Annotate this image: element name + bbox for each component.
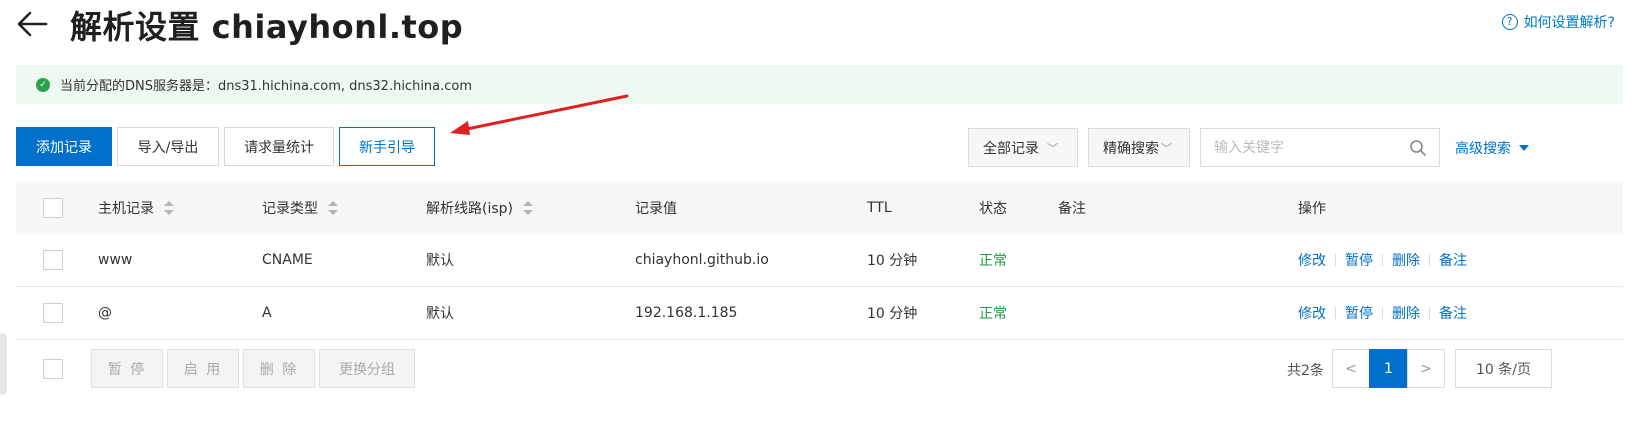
add-record-button[interactable]: 添加记录 <box>16 127 112 166</box>
edit-link[interactable]: 修改 <box>1298 303 1326 323</box>
row-checkbox[interactable] <box>43 250 63 270</box>
sort-icon[interactable] <box>523 201 533 215</box>
status-cell: 正常 <box>979 253 1007 269</box>
annotation-arrow-icon <box>450 94 629 135</box>
search-mode-value: 精确搜索 <box>1103 140 1159 157</box>
advanced-search-label: 高级搜索 <box>1455 141 1511 157</box>
record-filter-select[interactable]: 全部记录 ﹀ <box>968 128 1078 167</box>
request-stats-button[interactable]: 请求量统计 <box>224 127 334 166</box>
select-all-footer-checkbox[interactable] <box>43 359 63 379</box>
side-drawer-handle[interactable] <box>0 333 7 395</box>
column-header-value: 记录值 <box>635 201 677 217</box>
help-link[interactable]: ? 如何设置解析? <box>1501 12 1615 32</box>
divider <box>1429 307 1430 319</box>
search-input[interactable] <box>1214 139 1404 156</box>
page-title: 解析设置 chiayhonl.top <box>70 8 464 46</box>
ttl-cell: 10 分钟 <box>867 253 918 269</box>
record-filter-value: 全部记录 <box>983 140 1039 157</box>
delete-link[interactable]: 删除 <box>1392 250 1420 270</box>
host-cell: www <box>98 252 133 268</box>
sort-icon[interactable] <box>164 201 174 215</box>
type-cell: CNAME <box>262 252 313 268</box>
question-icon: ? <box>1501 14 1518 30</box>
total-count: 共2条 <box>1287 363 1324 379</box>
advanced-search-toggle[interactable]: 高级搜索 <box>1455 138 1529 158</box>
bulk-pause-button[interactable]: 暂 停 <box>91 349 163 388</box>
bulk-delete-button[interactable]: 删 除 <box>243 349 315 388</box>
delete-link[interactable]: 删除 <box>1392 303 1420 323</box>
back-arrow-icon[interactable] <box>14 4 54 44</box>
bulk-enable-button[interactable]: 启 用 <box>167 349 239 388</box>
column-header-line[interactable]: 解析线路(isp) <box>426 182 533 234</box>
select-all-checkbox[interactable] <box>43 198 63 218</box>
value-cell: chiayhonl.github.io <box>635 252 769 268</box>
type-cell: A <box>262 305 272 321</box>
table-row: www CNAME 默认 chiayhonl.github.io 10 分钟 正… <box>16 234 1623 287</box>
divider <box>1429 254 1430 266</box>
import-export-button[interactable]: 导入/导出 <box>117 127 219 166</box>
bulk-change-group-button[interactable]: 更换分组 <box>319 349 415 388</box>
search-mode-select[interactable]: 精确搜索 ﹀ <box>1088 128 1190 167</box>
prev-page-button[interactable]: < <box>1332 349 1370 388</box>
table-header: 主机记录 记录类型 解析线路(isp) 记录值 TTL 状态 备注 操作 <box>16 182 1623 234</box>
caret-down-icon <box>1519 145 1529 151</box>
next-page-button[interactable]: > <box>1407 349 1445 388</box>
check-circle-icon: ✓ <box>36 77 50 92</box>
column-header-ttl: TTL <box>867 200 892 216</box>
pause-link[interactable]: 暂停 <box>1345 250 1373 270</box>
note-link[interactable]: 备注 <box>1439 303 1467 323</box>
pause-link[interactable]: 暂停 <box>1345 303 1373 323</box>
note-link[interactable]: 备注 <box>1439 250 1467 270</box>
dns-server-text: 当前分配的DNS服务器是：dns31.hichina.com, dns32.hi… <box>60 79 473 94</box>
page-1-button[interactable]: 1 <box>1369 349 1408 388</box>
edit-link[interactable]: 修改 <box>1298 250 1326 270</box>
column-header-type[interactable]: 记录类型 <box>262 182 338 234</box>
page-size-select[interactable]: 10 条/页 <box>1455 349 1552 388</box>
host-cell: @ <box>98 305 112 321</box>
search-icon[interactable] <box>1409 139 1427 157</box>
column-header-note: 备注 <box>1058 201 1086 217</box>
chevron-down-icon: ﹀ <box>1047 141 1058 155</box>
chevron-down-icon: ﹀ <box>1161 141 1172 155</box>
divider <box>1382 307 1383 319</box>
row-actions: 修改 暂停 删除 备注 <box>1298 234 1467 286</box>
line-cell: 默认 <box>426 306 454 322</box>
value-cell: 192.168.1.185 <box>635 305 738 321</box>
column-header-status: 状态 <box>979 201 1007 217</box>
divider <box>1335 307 1336 319</box>
dns-server-banner: ✓ 当前分配的DNS服务器是：dns31.hichina.com, dns32.… <box>16 65 1623 104</box>
column-header-host[interactable]: 主机记录 <box>98 182 174 234</box>
ttl-cell: 10 分钟 <box>867 306 918 322</box>
row-checkbox[interactable] <box>43 303 63 323</box>
divider <box>1382 254 1383 266</box>
status-cell: 正常 <box>979 306 1007 322</box>
divider <box>1335 254 1336 266</box>
sort-icon[interactable] <box>328 201 338 215</box>
search-box <box>1200 128 1440 167</box>
table-row: @ A 默认 192.168.1.185 10 分钟 正常 修改 暂停 删除 备… <box>16 287 1623 340</box>
help-link-label: 如何设置解析? <box>1523 15 1615 31</box>
beginner-guide-button[interactable]: 新手引导 <box>339 127 435 166</box>
line-cell: 默认 <box>426 253 454 269</box>
row-actions: 修改 暂停 删除 备注 <box>1298 287 1467 339</box>
column-header-actions: 操作 <box>1298 201 1326 217</box>
